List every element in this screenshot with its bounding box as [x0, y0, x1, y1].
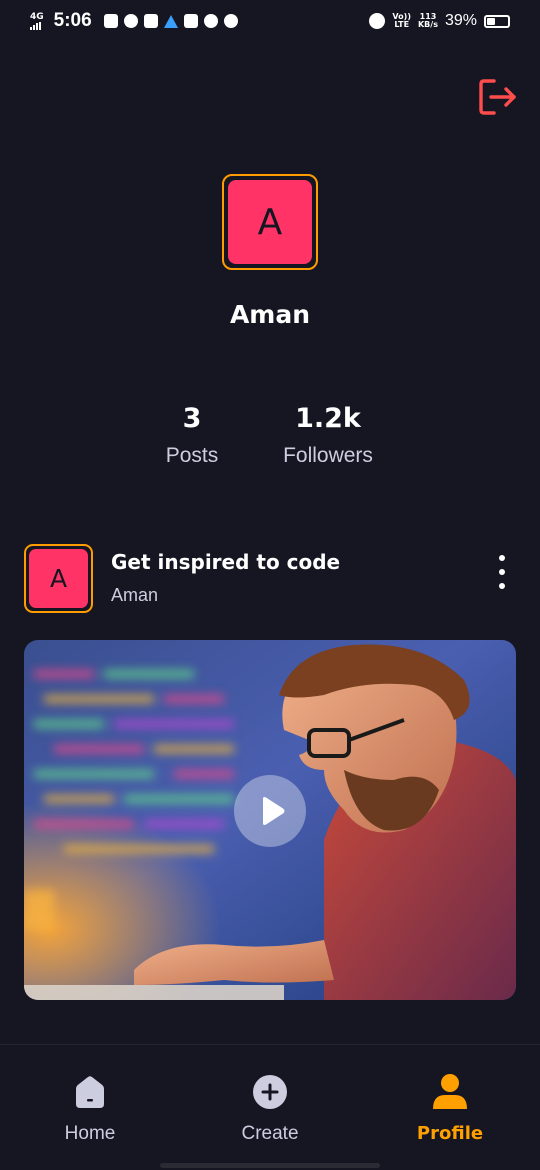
profile-username: Aman: [229, 300, 311, 329]
gallery-icon: [143, 14, 158, 28]
play-button[interactable]: [234, 775, 306, 847]
logout-icon: [479, 79, 516, 115]
followers-count: 1.2k: [295, 403, 361, 434]
post-title: Get inspired to code: [111, 550, 341, 574]
network-speed: 113 KB/s: [418, 13, 438, 29]
home-icon-wrap: [20, 1073, 160, 1111]
profile-avatar: A: [222, 174, 318, 270]
status-bar: 4G 5:06 Vo)) LTE 113 KB/s 39%: [0, 0, 540, 42]
post-author: Aman: [111, 585, 159, 605]
profile-icon-wrap: [380, 1073, 520, 1111]
post-menu-button[interactable]: [492, 555, 512, 589]
drive-icon: [163, 14, 178, 28]
bottom-tab-bar: Home Create Profile: [0, 1044, 540, 1170]
signal-icon: [30, 21, 41, 30]
post-avatar-letter: A: [29, 549, 88, 608]
home-icon: [76, 1076, 104, 1108]
posts-stat: 3 Posts: [152, 402, 232, 468]
create-icon-wrap: [200, 1073, 340, 1111]
followers-label: Followers: [283, 444, 373, 467]
avatar-letter: A: [228, 180, 312, 264]
tab-home-label: Home: [64, 1123, 116, 1144]
posts-label: Posts: [165, 444, 219, 467]
status-left: 4G 5:06: [30, 10, 238, 32]
status-time: 5:06: [53, 10, 92, 31]
user-icon: [433, 1074, 467, 1109]
alarm-icon: [369, 13, 386, 29]
notification-icons: [103, 14, 238, 28]
whatsapp-icon: [223, 14, 238, 28]
plus-icon: [253, 1075, 287, 1109]
followers-stat: 1.2k Followers: [268, 402, 388, 468]
post-creator-avatar[interactable]: A: [24, 544, 93, 613]
tab-home[interactable]: Home: [20, 1073, 160, 1145]
tab-profile-label: Profile: [416, 1123, 484, 1144]
app-notification-icon: [123, 14, 138, 28]
network-type: 4G: [30, 11, 44, 22]
sync-icon: [203, 14, 218, 28]
posts-count: 3: [182, 403, 202, 434]
dot: [499, 583, 505, 589]
logout-button[interactable]: [478, 78, 518, 116]
battery-percent: 39%: [444, 12, 477, 29]
dot: [499, 569, 505, 575]
network-indicator: 4G: [30, 11, 44, 30]
speed-unit: KB/s: [417, 20, 438, 29]
play-icon: [263, 797, 285, 825]
tab-profile[interactable]: Profile: [380, 1073, 520, 1144]
profile-screen: 4G 5:06 Vo)) LTE 113 KB/s 39% A Aman 3 P…: [0, 0, 540, 1170]
status-right: Vo)) LTE 113 KB/s 39%: [369, 12, 510, 30]
battery-icon: [484, 14, 510, 28]
tab-create[interactable]: Create: [200, 1073, 340, 1145]
youtube-icon: [183, 14, 198, 28]
lte-label: LTE: [394, 20, 410, 29]
volte-indicator: Vo)) LTE: [392, 13, 411, 29]
tab-create-label: Create: [241, 1123, 299, 1144]
dot: [499, 555, 505, 561]
gesture-home-bar[interactable]: [160, 1163, 380, 1168]
battery-fill: [487, 17, 495, 25]
mail-icon: [103, 14, 118, 28]
